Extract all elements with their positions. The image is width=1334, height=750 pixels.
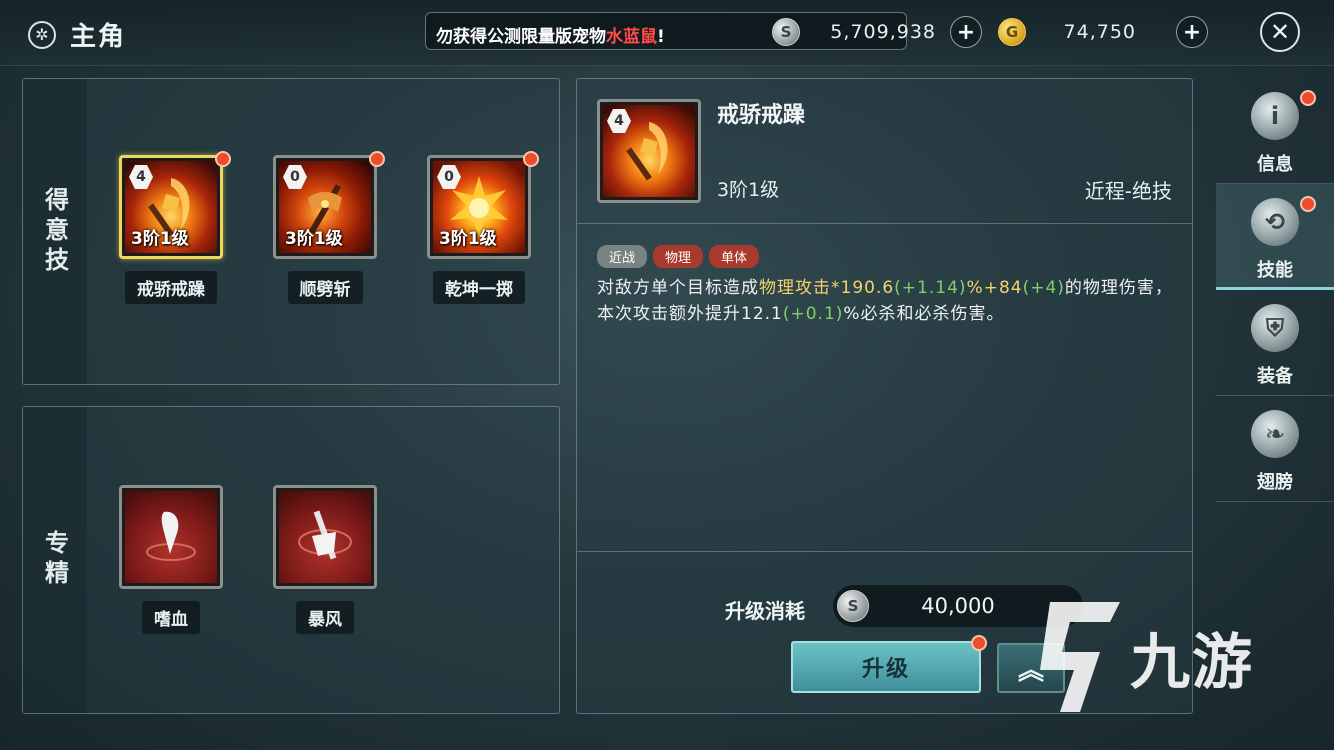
mastery-icon-frame	[119, 485, 223, 589]
mastery-name: 嗜血	[142, 601, 200, 634]
skill-tags: 近战 物理 单体	[597, 245, 760, 268]
notification-dot	[369, 151, 385, 167]
claw-icon	[146, 511, 196, 561]
burst-skill-icon: 0 3阶1级	[433, 161, 525, 253]
tag-physical: 物理	[653, 245, 704, 268]
desc-part: %必杀和必杀伤害。	[843, 304, 1005, 324]
site-watermark: 九游	[1030, 592, 1300, 722]
upgrade-button[interactable]: 升级	[791, 641, 981, 693]
desc-bonus: (+0.1)	[782, 304, 844, 324]
notification-dot	[523, 151, 539, 167]
skill-name: 顺劈斩	[287, 271, 363, 304]
mastery-label: 专精	[40, 530, 69, 590]
skill-rank: 3阶1级	[439, 229, 497, 249]
mastery-slot-2[interactable]: 暴风	[273, 485, 377, 634]
notification-dot	[1300, 90, 1316, 106]
info-icon: i	[1251, 92, 1299, 140]
tag-single-target: 单体	[709, 245, 760, 268]
mastery-icon-frame	[273, 485, 377, 589]
fire-axe-skill-icon: 4	[603, 105, 695, 197]
skill-slot-2[interactable]: 0 3阶1级 顺劈斩	[273, 151, 385, 304]
gold-coin-icon: G	[998, 18, 1026, 46]
page-title: 主角	[70, 22, 127, 52]
mastery-panel: 专精 嗜血 暴风	[22, 406, 560, 714]
skill-rank: 3阶1级	[285, 229, 343, 249]
tab-info[interactable]: i 信息	[1216, 78, 1334, 184]
close-button[interactable]: ✕	[1260, 12, 1300, 52]
ticker-pet-name: 水蓝鼠	[606, 27, 657, 47]
gold-currency: G 74,750 +	[998, 14, 1210, 50]
notification-dot	[1300, 196, 1316, 212]
skill-description: 对敌方单个目标造成物理攻击*190.6(+1.14)%+84(+4)的物理伤害，…	[597, 275, 1177, 327]
add-silver-button[interactable]: +	[950, 16, 982, 48]
detail-skill-icon: 4	[597, 99, 701, 203]
desc-part: 对敌方单个目标造成	[597, 278, 759, 298]
tab-equipment[interactable]: ⛨ 装备	[1216, 290, 1334, 396]
wing-icon: ❧	[1251, 410, 1299, 458]
cleave-skill-icon: 0 3阶1级	[279, 161, 371, 253]
ticker-text: 勿获得公测限量版宠物水蓝鼠!	[436, 22, 665, 47]
skill-rank: 3阶1级	[131, 229, 189, 249]
desc-highlight: 物理攻击	[759, 278, 831, 298]
armor-icon: ⛨	[1251, 304, 1299, 352]
skill-slot-3[interactable]: 0 3阶1级 乾坤一掷	[427, 151, 539, 304]
desc-part: %+84	[966, 278, 1023, 298]
skill-icon-frame: 4 3阶1级	[119, 155, 223, 259]
storm-icon	[279, 491, 371, 583]
detail-skill-type: 近程-绝技	[1084, 179, 1172, 203]
bloodthirst-icon	[125, 491, 217, 583]
upgrade-cost-label: 升级消耗	[725, 599, 805, 623]
desc-bonus: (+1.14)	[894, 278, 967, 298]
tab-label: 翅膀	[1257, 472, 1293, 493]
character-icon: ✲	[28, 20, 56, 49]
tab-label: 技能	[1257, 260, 1293, 281]
detail-skill-level: 3阶1级	[717, 179, 780, 201]
divider	[577, 223, 1192, 224]
ticker-prefix: 勿获得公测限量版宠物	[436, 27, 606, 47]
notification-dot	[215, 151, 231, 167]
divider	[577, 551, 1192, 552]
desc-bonus: (+4)	[1022, 278, 1065, 298]
tab-label: 信息	[1257, 154, 1293, 175]
gold-amount: 74,750	[1063, 21, 1136, 43]
ticker-suffix: !	[657, 27, 665, 47]
skill-icon-frame: 0 3阶1级	[273, 155, 377, 259]
silver-currency: S 5,709,938 +	[772, 14, 984, 50]
skill-slot-1[interactable]: 4 3阶1级 戒骄戒躁	[119, 151, 231, 304]
watermark-text: 九游	[1130, 628, 1254, 698]
tab-skills[interactable]: ⟲ 技能	[1216, 184, 1334, 290]
mastery-sidebar: 专精	[23, 407, 87, 713]
watermark-logo-icon	[1040, 602, 1120, 712]
title-area: ✲ 主角	[28, 16, 126, 53]
favored-skills-sidebar: 得意技	[23, 79, 87, 384]
skill-icon: ⟲	[1251, 198, 1299, 246]
tag-melee: 近战	[597, 245, 648, 268]
favored-skills-panel: 得意技 4 3阶1级 戒骄戒躁 0 3阶1级 顺劈斩 0 3阶1级 乾坤一掷	[22, 78, 560, 385]
add-gold-button[interactable]: +	[1176, 16, 1208, 48]
skill-name: 戒骄戒躁	[125, 271, 217, 304]
favored-skills-label: 得意技	[40, 186, 69, 277]
tab-label: 装备	[1257, 366, 1293, 387]
silver-coin-icon: S	[772, 18, 800, 46]
skill-icon-frame: 0 3阶1级	[427, 155, 531, 259]
detail-skill-name: 戒骄戒躁	[717, 103, 806, 128]
tab-wings[interactable]: ❧ 翅膀	[1216, 396, 1334, 502]
mastery-slot-1[interactable]: 嗜血	[119, 485, 223, 634]
fire-axe-skill-icon: 4 3阶1级	[125, 161, 217, 253]
desc-part: *190.6	[831, 278, 895, 298]
whirlwind-axe-icon	[298, 510, 352, 560]
top-bar: ✲ 主角 勿获得公测限量版宠物水蓝鼠! S 5,709,938 + G 74,7…	[0, 0, 1334, 66]
silver-amount: 5,709,938	[830, 21, 936, 43]
notification-dot	[971, 635, 987, 651]
skill-name: 乾坤一掷	[433, 271, 525, 304]
detail-icon-frame: 4	[597, 99, 701, 203]
mastery-name: 暴风	[296, 601, 354, 634]
